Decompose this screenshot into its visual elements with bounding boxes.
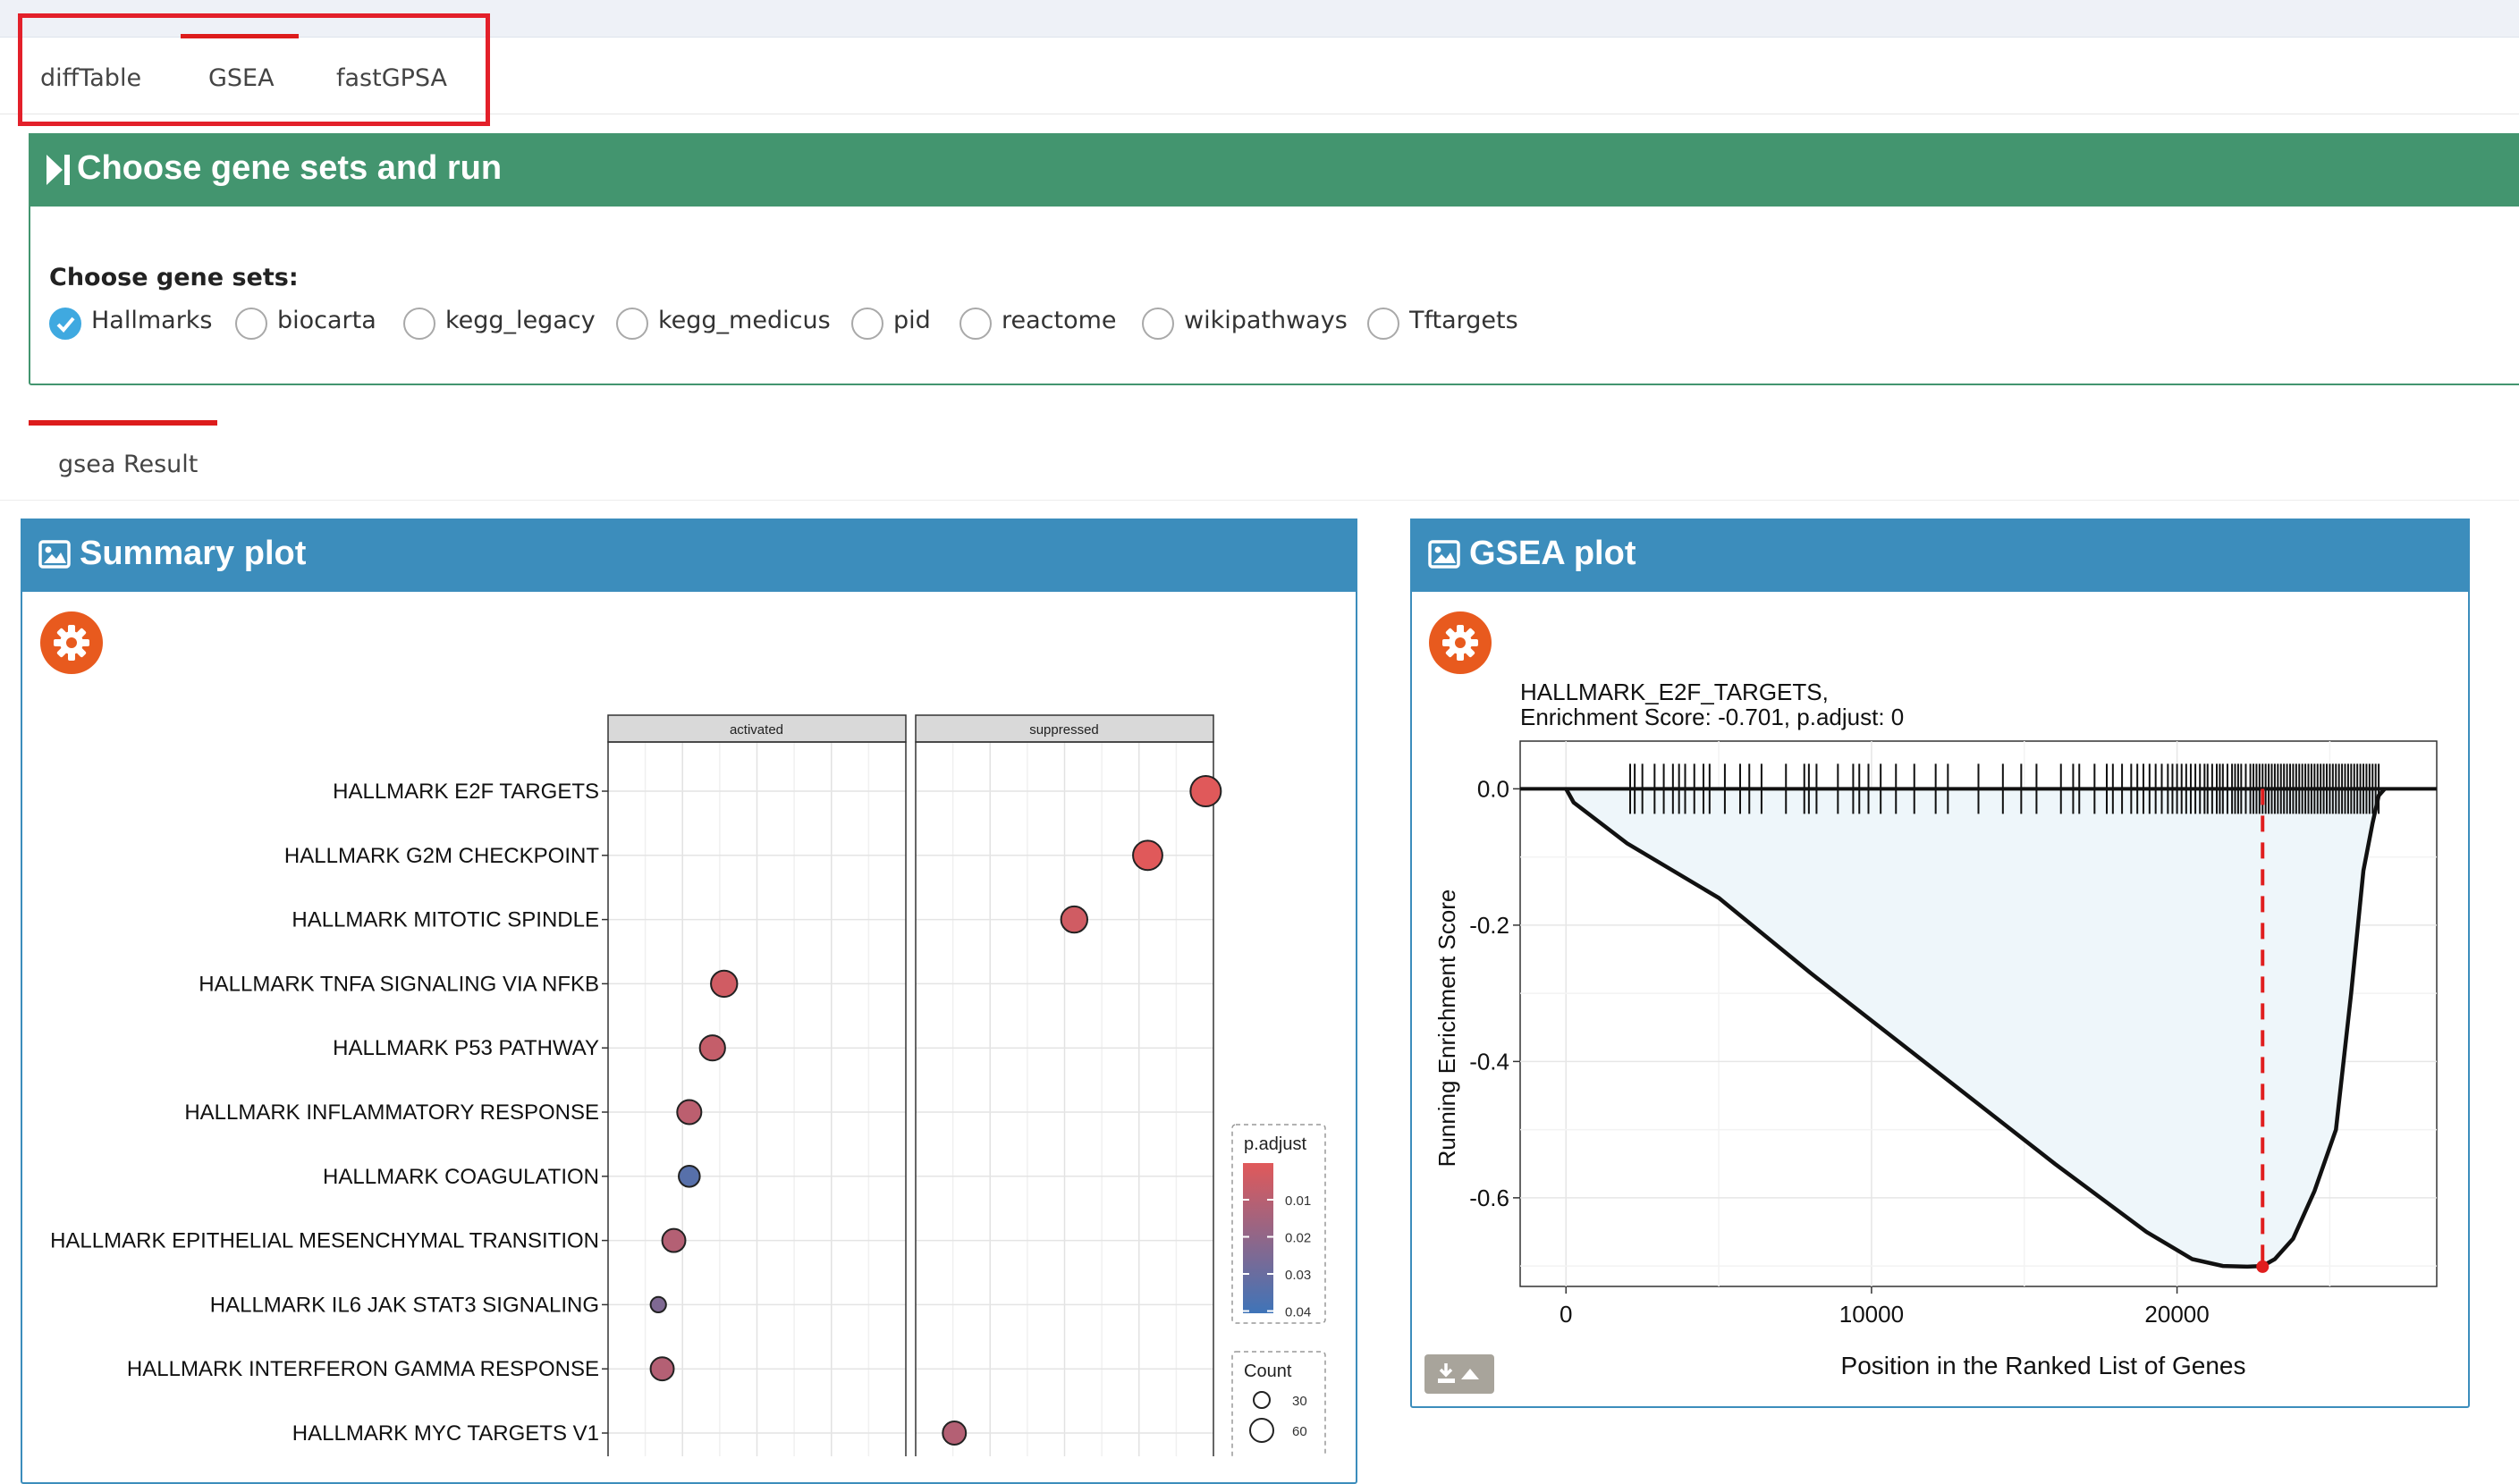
dotplot-point: [1060, 905, 1088, 934]
dotplot-point: [1132, 839, 1163, 872]
image-icon: [38, 540, 71, 569]
category-label: HALLMARK G2M CHECKPOINT: [284, 844, 599, 868]
category-label: HALLMARK INFLAMMATORY RESPONSE: [184, 1100, 599, 1125]
gene-set-radio-group: Hallmarks biocarta kegg_legacy kegg_medi…: [49, 306, 1569, 341]
dotplot-point: [678, 1165, 701, 1188]
radio-hallmarks[interactable]: Hallmarks: [49, 306, 219, 341]
category-label: HALLMARK EPITHELIAL MESENCHYMAL TRANSITI…: [50, 1229, 599, 1253]
gsea-plot-title: GSEA plot: [1469, 535, 1636, 572]
dotplot-point: [698, 1034, 726, 1062]
gsea-enrichment-plot: HALLMARK_E2F_TARGETS, Enrichment Score: …: [1433, 679, 2438, 1379]
download-button[interactable]: [1424, 1354, 1494, 1394]
download-icon: [1438, 1363, 1479, 1383]
radio-label: Hallmarks: [91, 307, 213, 334]
radio-label: reactome: [1002, 307, 1117, 334]
radio-label: biocarta: [277, 307, 376, 334]
tab-gsea-result[interactable]: gsea Result: [58, 451, 198, 478]
radio-checked-icon: [49, 308, 81, 340]
legend-padjust-title: p.adjust: [1244, 1134, 1306, 1154]
radio-wikipathways[interactable]: wikipathways: [1142, 306, 1357, 341]
colorbar-tick-label: 0.03: [1285, 1268, 1311, 1283]
legend-count-title: Count: [1244, 1362, 1292, 1381]
check-icon: [56, 316, 75, 333]
dotplot-point: [661, 1227, 687, 1253]
summary-plot-header: Summary plot: [21, 519, 1357, 592]
radio-label: kegg_legacy: [445, 307, 596, 334]
category-label: HALLMARK COAGULATION: [323, 1165, 599, 1189]
category-label: HALLMARK MITOTIC SPINDLE: [292, 908, 599, 932]
gene-sets-panel-title: Choose gene sets and run: [77, 149, 503, 187]
y-tick-label: 0.0: [1477, 775, 1509, 802]
radio-circle: [616, 308, 648, 340]
radio-label: wikipathways: [1184, 307, 1348, 334]
dotplot-point: [649, 1295, 667, 1314]
radio-kegg-legacy[interactable]: kegg_legacy: [403, 306, 600, 341]
result-tabs: [0, 420, 2519, 501]
radio-label: kegg_medicus: [658, 307, 831, 334]
play-step-icon: [46, 155, 70, 185]
gsea-x-axis-label: Position in the Ranked List of Genes: [1841, 1352, 2246, 1379]
radio-kegg-medicus[interactable]: kegg_medicus: [616, 306, 831, 341]
summary-dotplot: activated suppressed HALLMARK E2F TARGET…: [50, 714, 1326, 1456]
radio-biocarta[interactable]: biocarta: [235, 306, 387, 341]
facet-label-suppressed: suppressed: [1029, 722, 1099, 738]
radio-circle: [959, 308, 992, 340]
legend-count-tick: 60: [1292, 1424, 1307, 1439]
active-subtab-indicator: [29, 420, 217, 426]
radio-label: pid: [893, 307, 931, 334]
gene-sets-panel-header: Choose gene sets and run: [29, 133, 2519, 207]
category-label: HALLMARK INTERFERON GAMMA RESPONSE: [127, 1357, 599, 1381]
gsea-chart-title: HALLMARK_E2F_TARGETS,: [1520, 679, 1829, 705]
gsea-chart-subtitle: Enrichment Score: -0.701, p.adjust: 0: [1520, 704, 1904, 730]
x-tick-label: 10000: [1839, 1301, 1904, 1328]
colorbar-tick-label: 0.02: [1285, 1231, 1311, 1246]
radio-pid[interactable]: pid: [851, 306, 941, 341]
radio-circle: [851, 308, 883, 340]
facet-label-activated: activated: [730, 722, 783, 738]
tabs-highlight-box: [18, 13, 490, 126]
radio-tftargets[interactable]: Tftargets: [1367, 306, 1546, 341]
dotplot-point: [942, 1421, 968, 1446]
category-label: HALLMARK TNFA SIGNALING VIA NFKB: [199, 972, 599, 996]
dotplot-point: [1189, 775, 1222, 807]
radio-circle: [235, 308, 267, 340]
radio-label: Tftargets: [1409, 307, 1518, 334]
summary-plot-title: Summary plot: [80, 535, 307, 572]
dotplot-point: [710, 969, 739, 999]
category-label: HALLMARK E2F TARGETS: [333, 780, 599, 804]
dotplot-point: [649, 1356, 675, 1382]
gsea-y-axis-label: Running Enrichment Score: [1433, 890, 1460, 1168]
legend-padjust-colorbar: [1243, 1163, 1273, 1313]
es-marker-point: [2256, 1260, 2270, 1273]
radio-circle: [403, 308, 435, 340]
dotplot-point: [676, 1099, 703, 1126]
category-label: HALLMARK IL6 JAK STAT3 SIGNALING: [210, 1293, 599, 1317]
radio-circle: [1142, 308, 1174, 340]
image-icon: [1428, 540, 1460, 569]
radio-reactome[interactable]: reactome: [959, 306, 1138, 341]
x-tick-label: 20000: [2144, 1301, 2209, 1328]
radio-circle: [1367, 308, 1399, 340]
colorbar-tick-label: 0.04: [1285, 1305, 1311, 1320]
category-label: HALLMARK MYC TARGETS V1: [292, 1421, 599, 1446]
y-tick-label: -0.6: [1469, 1185, 1509, 1211]
y-tick-label: -0.4: [1469, 1048, 1509, 1075]
gsea-plot-header: GSEA plot: [1410, 519, 2470, 592]
y-tick-label: -0.2: [1469, 912, 1509, 939]
x-tick-label: 0: [1560, 1301, 1572, 1328]
legend-count-tick: 30: [1292, 1394, 1307, 1409]
category-label: HALLMARK P53 PATHWAY: [333, 1036, 599, 1060]
choose-gene-sets-label: Choose gene sets:: [49, 264, 299, 291]
colorbar-tick-label: 0.01: [1285, 1193, 1311, 1209]
